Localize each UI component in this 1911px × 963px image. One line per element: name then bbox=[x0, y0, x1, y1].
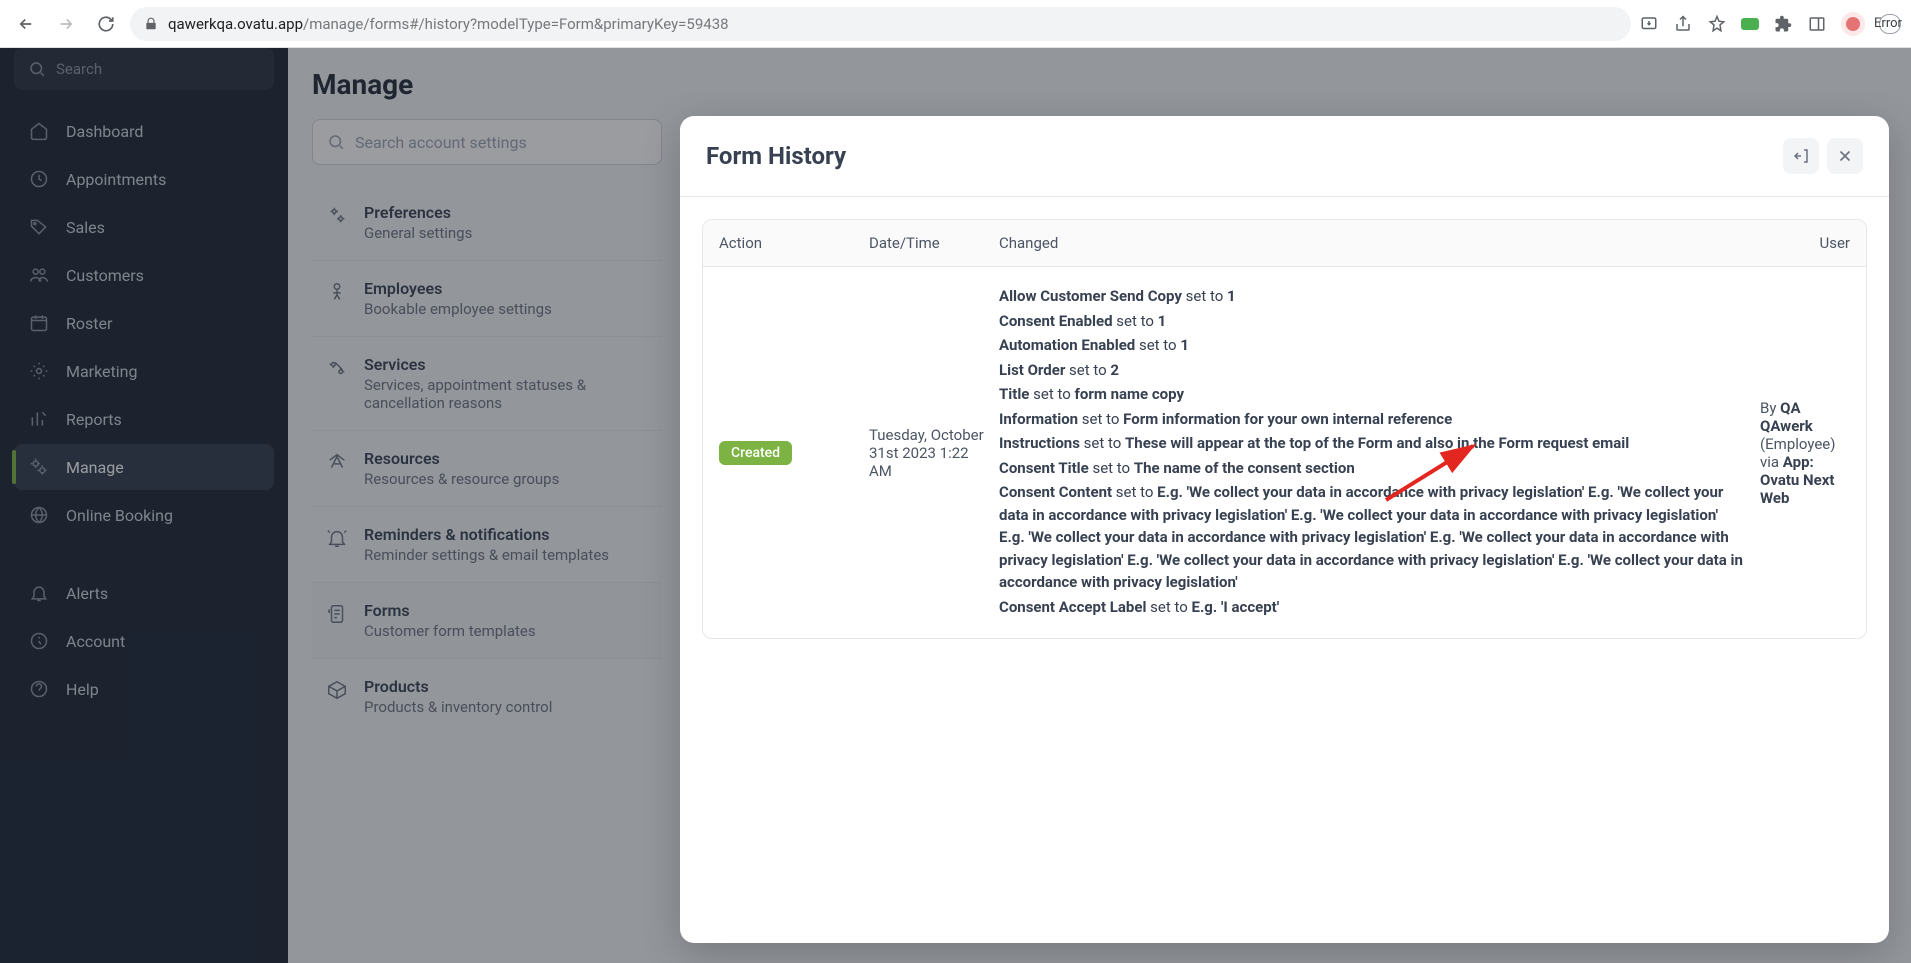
install-icon[interactable] bbox=[1639, 14, 1659, 34]
expand-button[interactable] bbox=[1783, 138, 1819, 174]
modal-body: Action Date/Time Changed User Created Tu… bbox=[680, 197, 1889, 943]
forward-button[interactable] bbox=[50, 8, 82, 40]
table-row: Created Tuesday, October 31st 2023 1:22 … bbox=[703, 267, 1866, 638]
cell-changes: Allow Customer Send Copy set to 1Consent… bbox=[999, 285, 1760, 620]
share-icon[interactable] bbox=[1673, 14, 1693, 34]
browser-toolbar: qawerkqa.ovatu.app/manage/forms#/history… bbox=[0, 0, 1911, 48]
modal-title: Form History bbox=[706, 142, 846, 170]
col-changed: Changed bbox=[999, 234, 1760, 252]
col-datetime: Date/Time bbox=[869, 234, 999, 252]
error-button[interactable]: Error bbox=[1879, 14, 1901, 34]
cell-user: By QA QAwerk (Employee) via App: Ovatu N… bbox=[1760, 399, 1850, 507]
history-table: Action Date/Time Changed User Created Tu… bbox=[702, 219, 1867, 639]
profile-avatar[interactable] bbox=[1841, 12, 1865, 36]
reload-button[interactable] bbox=[90, 8, 122, 40]
back-button[interactable] bbox=[10, 8, 42, 40]
modal-header: Form History bbox=[680, 116, 1889, 197]
col-user: User bbox=[1760, 234, 1850, 252]
close-button[interactable] bbox=[1827, 138, 1863, 174]
lock-icon bbox=[144, 17, 158, 31]
address-bar[interactable]: qawerkqa.ovatu.app/manage/forms#/history… bbox=[130, 7, 1631, 41]
status-badge: Created bbox=[719, 441, 792, 465]
cell-datetime: Tuesday, October 31st 2023 1:22 AM bbox=[869, 426, 999, 480]
side-panel-icon[interactable] bbox=[1807, 14, 1827, 34]
url-text: qawerkqa.ovatu.app/manage/forms#/history… bbox=[168, 15, 1617, 33]
extensions-icon[interactable] bbox=[1773, 14, 1793, 34]
col-action: Action bbox=[719, 234, 869, 252]
bookmark-icon[interactable] bbox=[1707, 14, 1727, 34]
table-header: Action Date/Time Changed User bbox=[703, 220, 1866, 267]
browser-actions: Error bbox=[1639, 12, 1901, 36]
form-history-modal: Form History Action Date/Time Changed Us… bbox=[680, 116, 1889, 943]
camera-icon[interactable] bbox=[1741, 18, 1759, 30]
cell-action: Created bbox=[719, 441, 869, 465]
